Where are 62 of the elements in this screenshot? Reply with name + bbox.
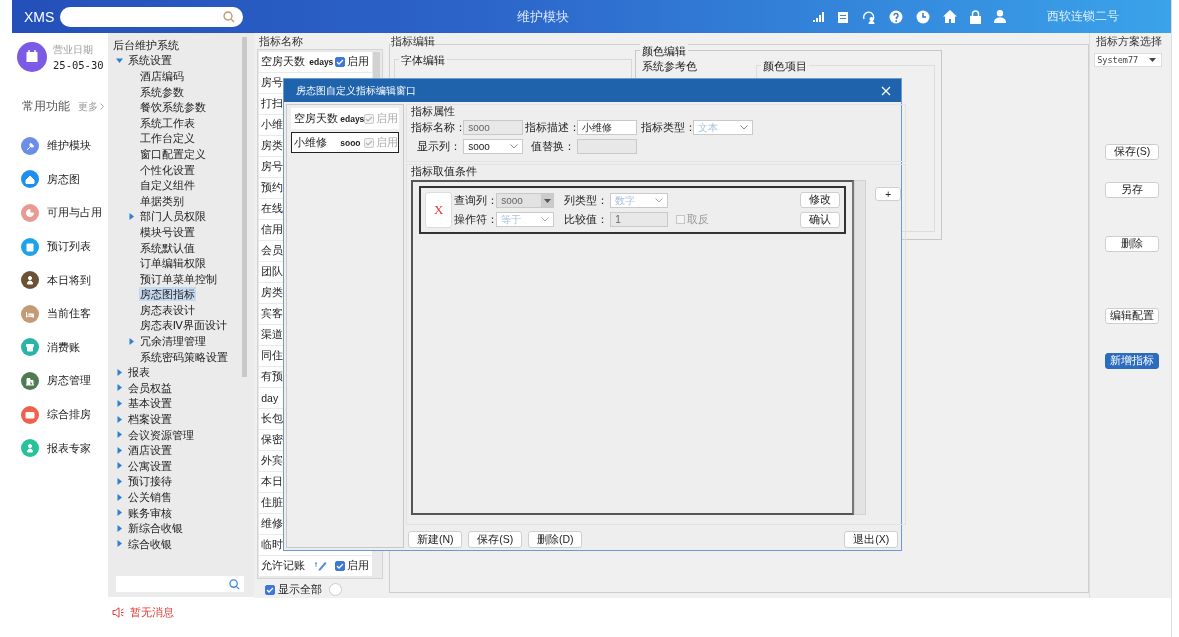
group-title: 颜色项目 xyxy=(760,59,809,74)
checkbox-label: 启用 xyxy=(347,558,370,574)
business-date: 25-05-30 xyxy=(53,59,104,71)
indicator-name: 房号 xyxy=(261,159,284,174)
panel-title: 指标方案选择 xyxy=(1095,34,1164,49)
indicator-name: 打扫 xyxy=(261,96,284,111)
indicator-name: 信用 xyxy=(261,222,284,237)
section-title: 常用功能 xyxy=(22,98,71,115)
indicator-name: 有预 xyxy=(261,369,284,384)
indicator-name: day xyxy=(261,391,279,404)
dialog-title: 房态图自定义指标编辑窗口 xyxy=(296,83,417,98)
checkbox-label: 取反 xyxy=(687,212,710,227)
field-label: 指标类型： xyxy=(641,120,694,135)
indicator-name: 会员 xyxy=(261,243,284,258)
indicator-name: 保密 xyxy=(261,432,284,447)
indicator-name: 临时 xyxy=(261,537,284,552)
field-label: 查询列： xyxy=(454,193,497,208)
field-label: 指标描述： xyxy=(525,120,578,135)
checkbox-label: 启用 xyxy=(376,111,399,126)
group-title: 指标属性 xyxy=(411,105,457,118)
indicator-name: 小维 xyxy=(261,117,284,132)
field-label: 显示列： xyxy=(416,139,463,154)
panel-title: 指标名称 xyxy=(258,34,305,49)
indicator-name: 渠道 xyxy=(261,327,284,342)
group-title: 指标取值条件 xyxy=(411,165,479,178)
indicator-name: 外宾 xyxy=(261,453,284,468)
checkbox-label: 启用 xyxy=(347,54,370,70)
indicator-name: 维修 xyxy=(261,516,284,531)
field-label: 值替换： xyxy=(530,139,577,154)
field-label: 列类型： xyxy=(563,193,610,208)
indicator-name: 长包 xyxy=(261,411,284,426)
indicator-code: sooo xyxy=(340,137,362,148)
panel-title: 指标编辑 xyxy=(389,34,436,49)
user-name: 西软连锁二号 xyxy=(1047,9,1119,24)
app-logo: XMS xyxy=(23,8,56,25)
indicator-name: 房类 xyxy=(261,285,284,300)
indicator-name: 空房天数 xyxy=(261,54,307,69)
indicator-name: 预约 xyxy=(261,180,284,195)
indicator-name: 宾客 xyxy=(261,306,284,321)
checkbox-label: 显示全部 xyxy=(278,582,323,597)
indicator-name: 团队 xyxy=(261,264,284,279)
checkbox-label: 启用 xyxy=(376,135,399,150)
indicator-name: 小维修 xyxy=(294,135,329,150)
indicator-name: 住脏 xyxy=(261,495,284,510)
indicator-name: 在线 xyxy=(261,201,284,216)
indicator-name: 房号 xyxy=(261,75,284,90)
group-title: 颜色编辑 xyxy=(639,44,688,59)
indicator-code: edays xyxy=(340,113,365,124)
module-title: 维护模块 xyxy=(516,7,570,26)
field-label: 操作符： xyxy=(454,212,497,227)
indicator-name: 房类 xyxy=(261,138,284,153)
group-title: 字体编辑 xyxy=(398,53,447,68)
field-label: 指标名称： xyxy=(411,120,464,135)
field-label: 比较值： xyxy=(563,212,610,227)
status-message: 暂无消息 xyxy=(130,604,174,620)
field-label: 系统参考色 xyxy=(641,60,698,73)
indicator-name: 允许记账 xyxy=(261,558,306,573)
date-label: 营业日期 xyxy=(53,43,94,57)
indicator-name: 本日 xyxy=(261,474,284,489)
indicator-name: 同住 xyxy=(261,348,284,363)
indicator-code: edays xyxy=(309,56,335,67)
indicator-name: 空房天数 xyxy=(294,111,340,126)
